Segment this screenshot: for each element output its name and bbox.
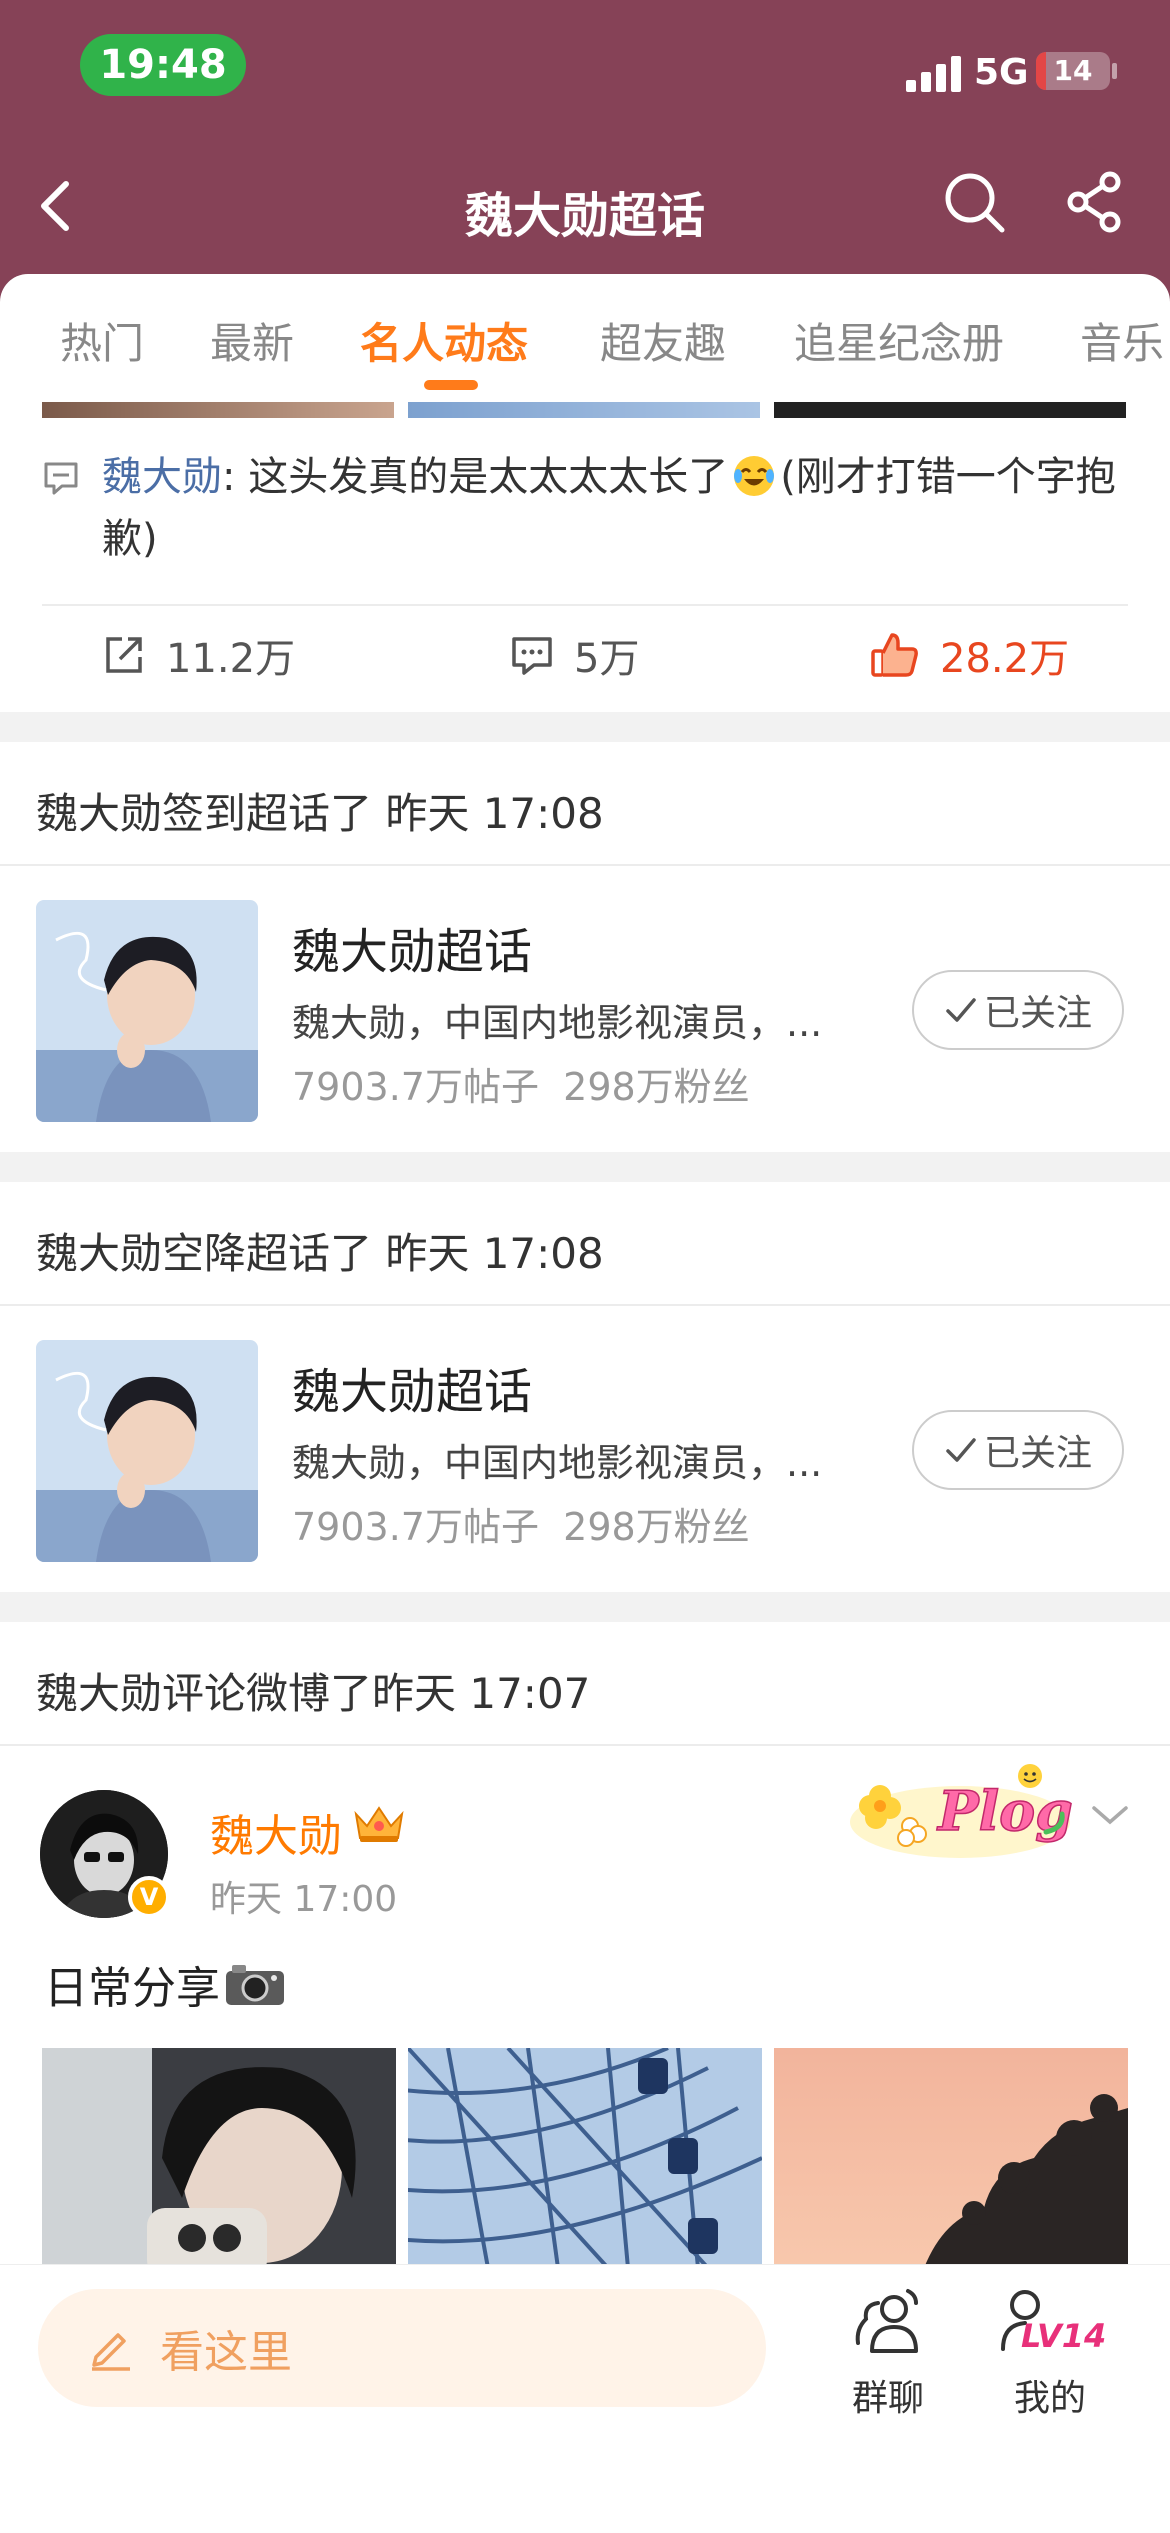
checkmark-icon: [946, 998, 976, 1022]
tab-celebrity-updates[interactable]: 名人动态: [360, 310, 528, 371]
post-fragment-text: 魏大勋: 这头发真的是太太太太长了 (刚才打错一个字抱歉): [102, 446, 1132, 570]
compose-button[interactable]: 看这里: [38, 2289, 766, 2407]
topic-name[interactable]: 魏大勋超话: [292, 1352, 532, 1422]
post-text: 日常分享: [44, 1963, 220, 2014]
group-chat-label: 群聊: [851, 2378, 924, 2419]
pen-icon: [92, 2333, 130, 2371]
topic-name[interactable]: 魏大勋超话: [292, 912, 532, 982]
tab-hot[interactable]: 热门: [60, 310, 144, 371]
profile-level-icon: LV14: [1001, 2290, 1106, 2355]
topic-post-count: 7903.7万帖子: [292, 1505, 539, 1549]
like-count: 28.2万: [940, 636, 1070, 682]
topic-fan-count: 298万粉丝: [563, 1065, 750, 1109]
tab-indicator: [424, 380, 478, 390]
mine-button[interactable]: LV14 我的: [970, 2285, 1130, 2421]
verified-badge-icon: V: [128, 1876, 170, 1918]
post-photo[interactable]: [42, 2048, 396, 2268]
divider: [0, 864, 1170, 866]
tab-music[interactable]: 音乐: [1080, 310, 1164, 371]
follow-label: 已关注: [983, 1433, 1092, 1474]
share-icon[interactable]: [1064, 170, 1128, 234]
compose-placeholder: 看这里: [160, 2327, 292, 2378]
divider: [0, 1744, 1170, 1746]
group-chat-icon: [855, 2289, 918, 2353]
activity-title: 魏大勋评论微博了昨天 17:07: [36, 1669, 591, 1718]
author-name[interactable]: 魏大勋: [210, 1800, 342, 1864]
topic-cover-image[interactable]: [36, 1340, 258, 1562]
follow-label: 已关注: [983, 993, 1092, 1034]
post-body: 日常分享: [44, 1952, 286, 2016]
divider: [42, 604, 1128, 606]
followed-button[interactable]: 已关注: [912, 970, 1124, 1050]
level-badge: LV14: [1021, 2317, 1105, 2355]
post-image-partial: [42, 402, 394, 418]
battery-level: 14: [1053, 54, 1093, 87]
tab-fan-album[interactable]: 追星纪念册: [794, 310, 1004, 371]
repost-icon: [106, 637, 142, 673]
tab-latest[interactable]: 最新: [210, 310, 294, 371]
followed-button[interactable]: 已关注: [912, 1410, 1124, 1490]
activity-title: 魏大勋签到超话了 昨天 17:08: [36, 789, 604, 838]
topic-fan-count: 298万粉丝: [563, 1505, 750, 1549]
post-photo[interactable]: [408, 2048, 762, 2268]
tab-bar: 热门 最新 名人动态 超友趣 追星纪念册 音乐: [0, 274, 1170, 402]
status-time: 19:48: [80, 34, 246, 96]
battery-icon: 14: [1036, 52, 1110, 90]
bottom-bar: 看这里 群聊 LV14 我的: [0, 2264, 1170, 2533]
repost-button[interactable]: 11.2万: [102, 626, 295, 684]
mine-label: 我的: [1013, 2378, 1086, 2419]
checkmark-icon: [946, 1438, 976, 1462]
chevron-down-icon[interactable]: [1090, 1800, 1130, 1830]
comment-button[interactable]: 5万: [510, 626, 639, 684]
plog-badge-icon: Plog: [850, 1764, 1074, 1858]
comment-bubble-icon: [44, 462, 78, 495]
post-text: 这头发真的是太太太太长了: [248, 454, 729, 500]
comment-count: 5万: [574, 636, 640, 682]
name-separator: :: [222, 454, 249, 500]
post-image-partial: [774, 402, 1126, 418]
topic-cover-image[interactable]: [36, 900, 258, 1122]
post-time: 昨天 17:00: [210, 1879, 398, 1920]
post-image-partial: [408, 402, 760, 418]
author-link[interactable]: 魏大勋: [102, 454, 222, 500]
battery-tip: [1112, 63, 1117, 79]
plog-text: Plog: [936, 1779, 1073, 1843]
camera-icon: [226, 1965, 284, 2005]
thumbs-up-icon: [871, 633, 918, 677]
repost-count: 11.2万: [166, 636, 296, 682]
divider: [0, 1304, 1170, 1306]
topic-description: 魏大勋，中国内地影视演员，...: [292, 1001, 823, 1045]
signal-icon: [906, 56, 961, 92]
crown-icon: [354, 1806, 404, 1842]
like-button[interactable]: 28.2万: [870, 626, 1069, 684]
network-type: 5G: [974, 52, 1029, 93]
tab-fan-fun[interactable]: 超友趣: [600, 310, 726, 371]
topic-stats: 7903.7万帖子 298万粉丝: [292, 1056, 750, 1111]
topic-post-count: 7903.7万帖子: [292, 1065, 539, 1109]
comment-icon: [512, 637, 552, 675]
laughing-tears-icon: [734, 456, 775, 496]
post-photo[interactable]: [774, 2048, 1128, 2268]
search-icon[interactable]: [942, 170, 1006, 234]
activity-title: 魏大勋空降超话了 昨天 17:08: [36, 1229, 604, 1278]
topic-description: 魏大勋，中国内地影视演员，...: [292, 1441, 823, 1485]
topic-stats: 7903.7万帖子 298万粉丝: [292, 1496, 750, 1551]
group-chat-button[interactable]: 群聊: [808, 2285, 968, 2421]
